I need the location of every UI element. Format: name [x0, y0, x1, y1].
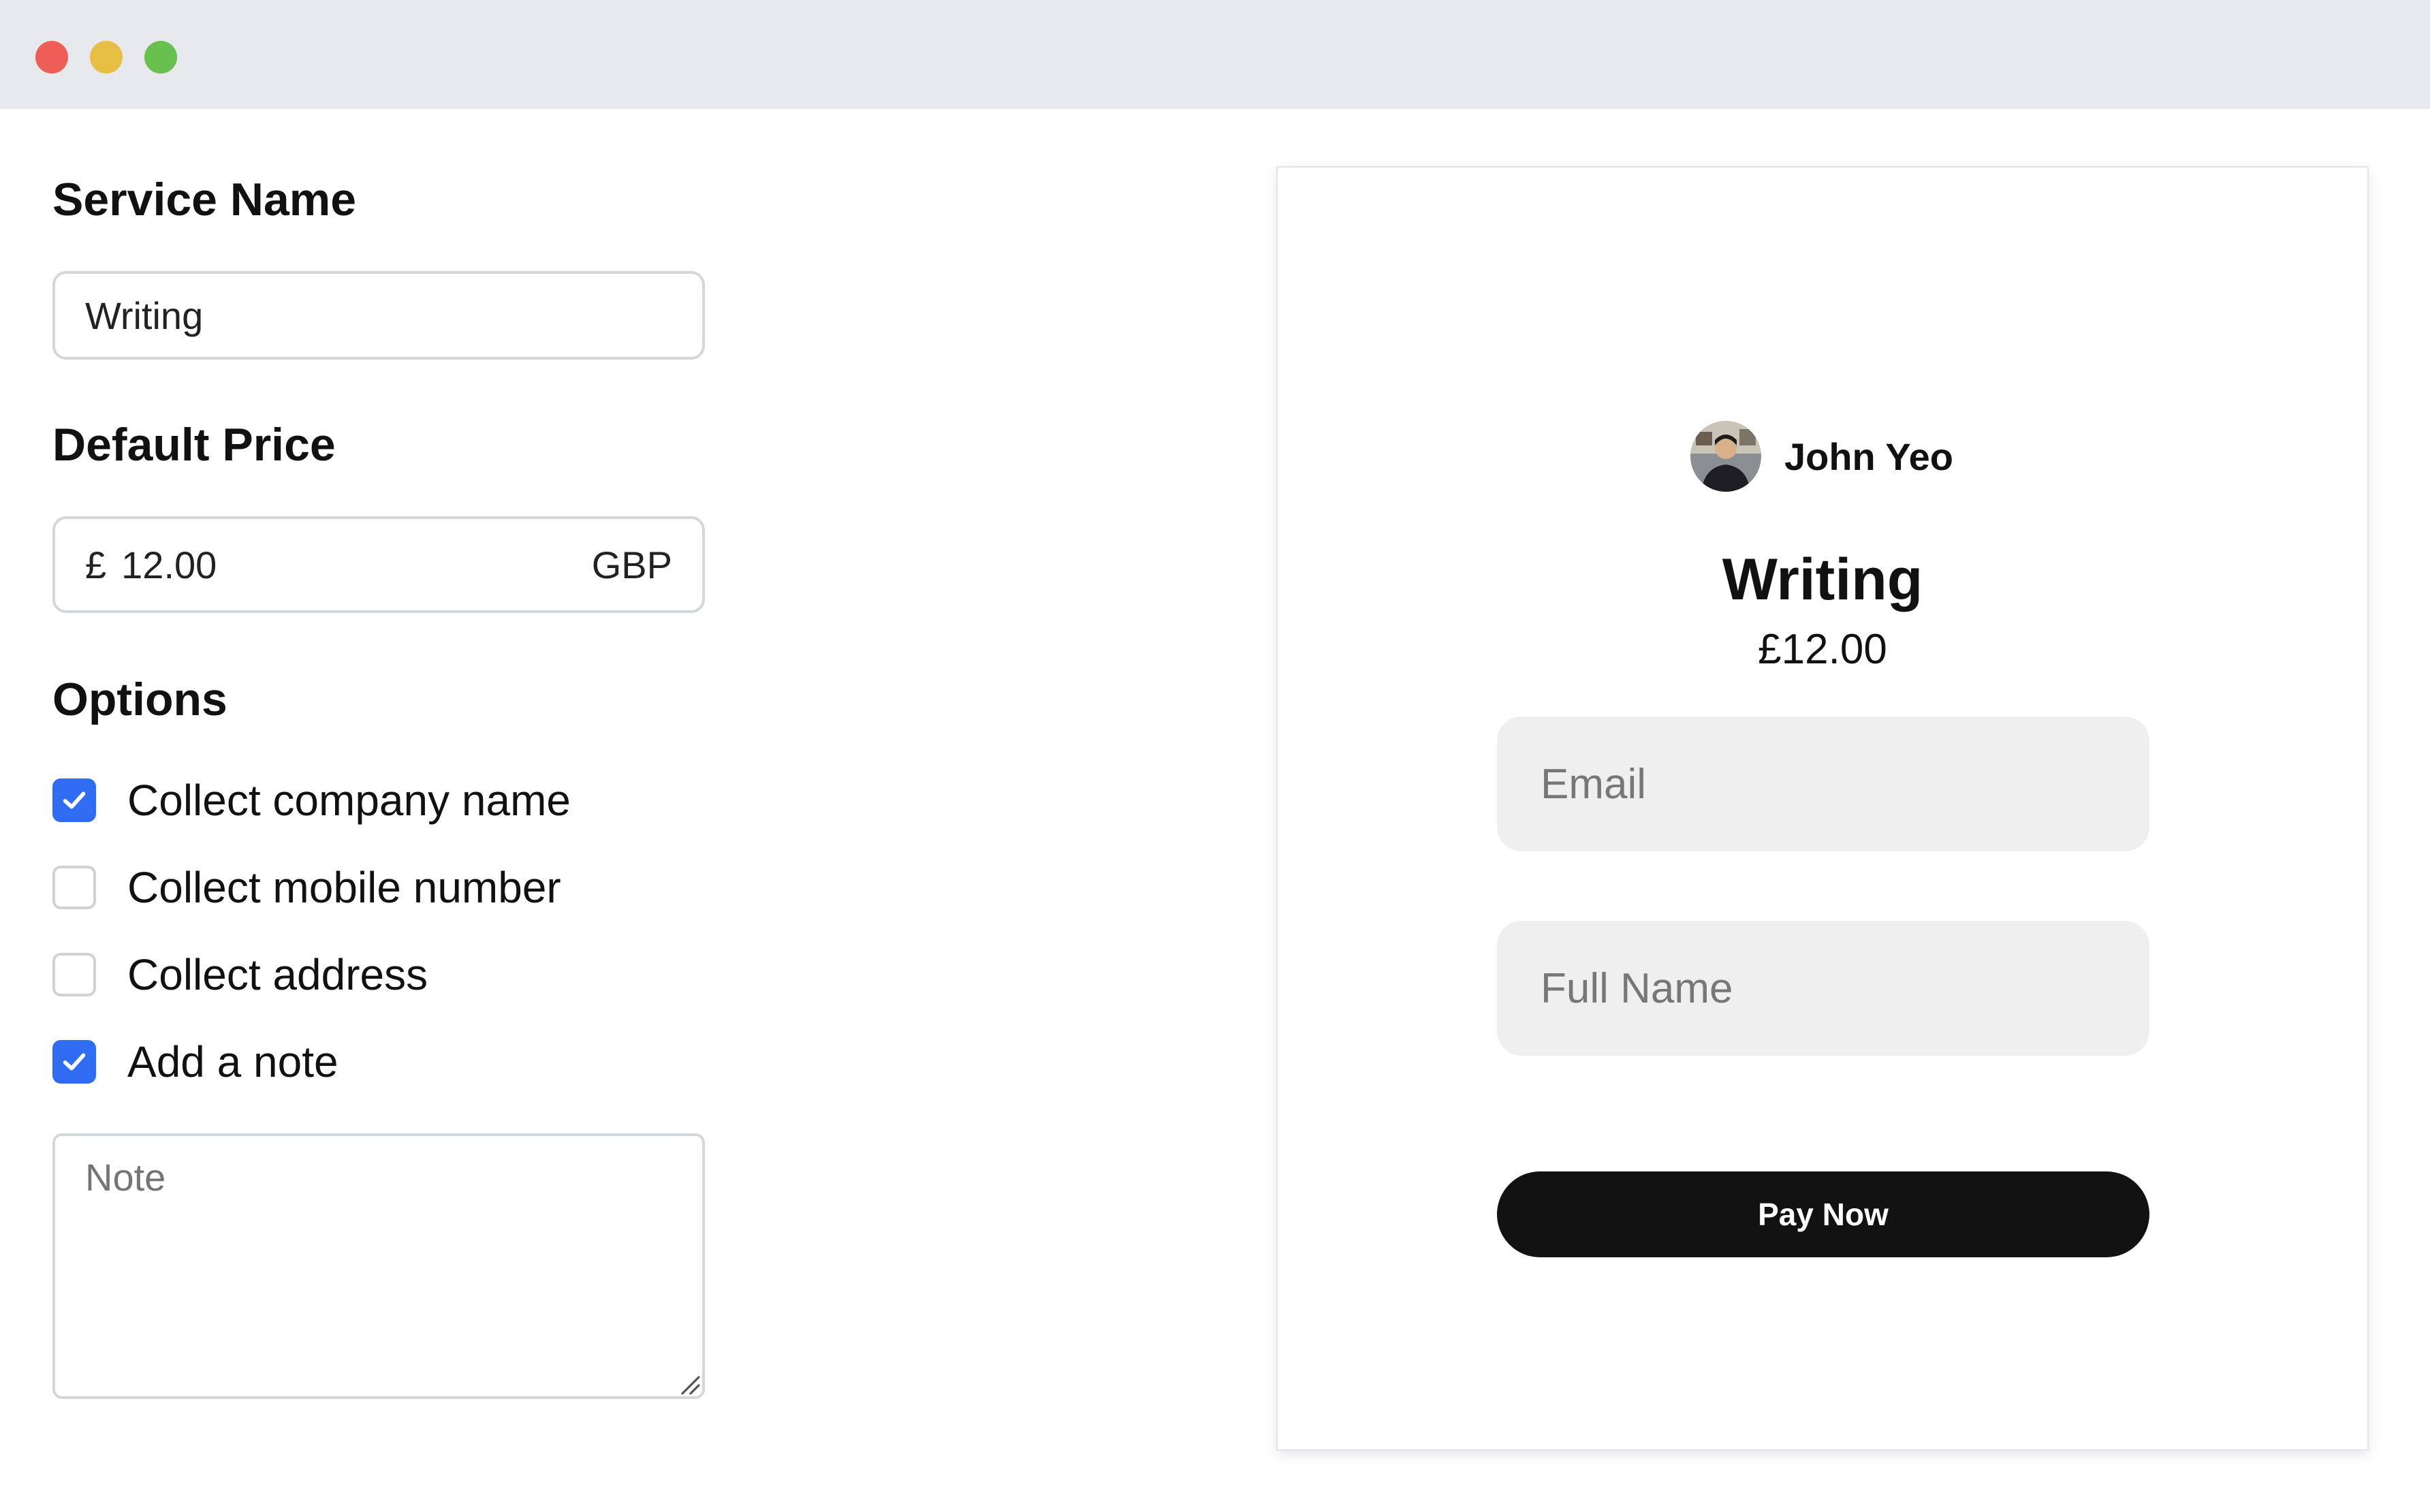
address-checkbox[interactable] [52, 953, 96, 996]
maximize-window-button[interactable] [144, 41, 177, 74]
option-label: Collect company name [127, 776, 571, 825]
resize-handle-icon[interactable] [678, 1373, 700, 1395]
service-name-value: Writing [85, 294, 204, 337]
add-note-checkbox[interactable] [52, 1040, 96, 1084]
checkmark-icon [63, 1053, 86, 1071]
note-textarea[interactable] [52, 1133, 705, 1399]
full-name-field[interactable]: Full Name [1497, 921, 2149, 1056]
option-collect-company-name[interactable]: Collect company name [52, 776, 571, 825]
owner-name: John Yeo [1784, 435, 1953, 478]
checkmark-icon [63, 791, 86, 809]
option-collect-mobile-number[interactable]: Collect mobile number [52, 863, 561, 912]
service-name-input[interactable]: Writing [52, 271, 705, 360]
default-price-input[interactable]: £ 12.00 GBP [52, 516, 705, 613]
window-titlebar [0, 0, 2430, 109]
option-add-a-note[interactable]: Add a note [52, 1037, 338, 1086]
option-label: Collect mobile number [127, 863, 561, 912]
company-name-checkbox[interactable] [52, 778, 96, 822]
email-field[interactable]: Email [1497, 716, 2149, 851]
currency-code: GBP [591, 543, 672, 586]
payment-preview-card: John Yeo Writing £12.00 Email Full Name … [1276, 166, 2369, 1451]
service-title: Writing [1722, 547, 1923, 612]
service-name-label: Service Name [52, 174, 357, 225]
email-placeholder: Email [1541, 760, 1647, 808]
profile-header: John Yeo [1690, 421, 1953, 492]
option-collect-address[interactable]: Collect address [52, 950, 428, 999]
currency-symbol: £ [85, 543, 107, 586]
default-price-label: Default Price [52, 419, 336, 471]
close-window-button[interactable] [35, 41, 68, 74]
option-label: Collect address [127, 950, 428, 999]
full-name-placeholder: Full Name [1541, 964, 1733, 1012]
service-price: £12.00 [1758, 626, 1887, 673]
pay-now-button[interactable]: Pay Now [1497, 1171, 2149, 1257]
avatar [1690, 421, 1761, 492]
minimize-window-button[interactable] [90, 41, 123, 74]
option-label: Add a note [127, 1037, 338, 1086]
mobile-number-checkbox[interactable] [52, 866, 96, 909]
price-value: 12.00 [121, 543, 217, 586]
options-label: Options [52, 674, 227, 725]
